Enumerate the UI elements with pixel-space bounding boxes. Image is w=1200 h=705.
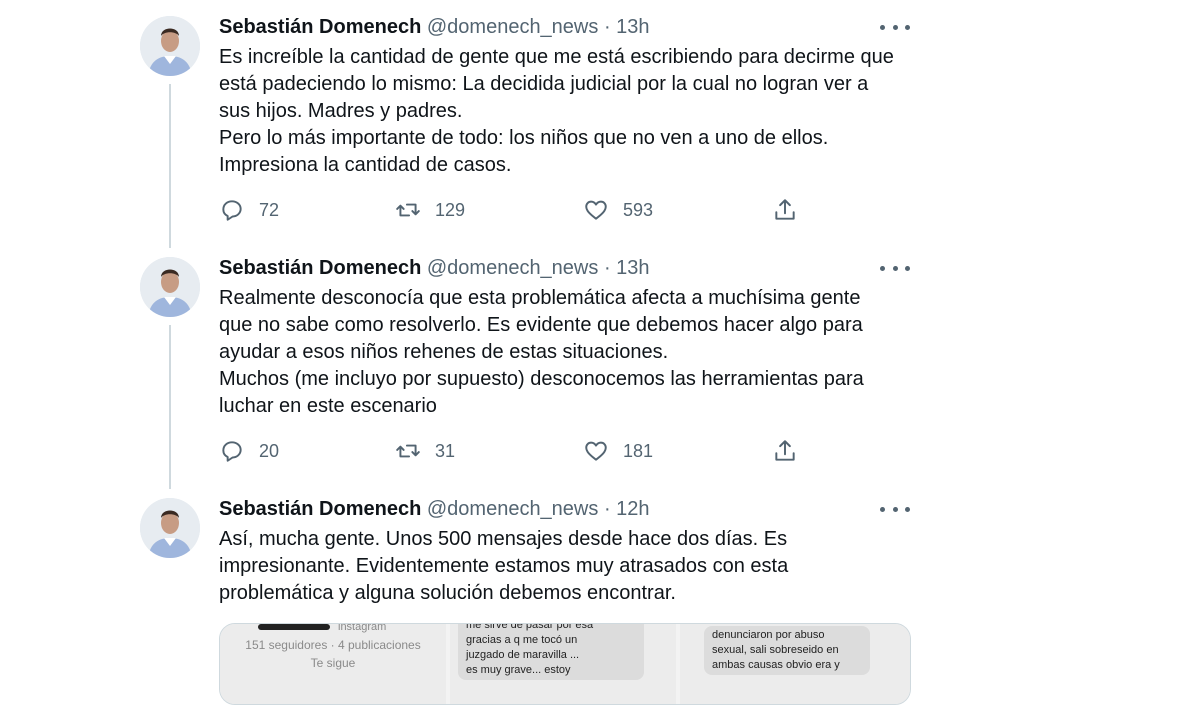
retweet-count: 31 <box>435 440 456 461</box>
author-handle[interactable]: @domenech_news <box>427 257 599 279</box>
tweet[interactable]: Sebastián Domenech @domenech_news · 13h … <box>0 0 1200 240</box>
author-name[interactable]: Sebastián Domenech <box>219 498 421 520</box>
author-name[interactable]: Sebastián Domenech <box>219 257 421 279</box>
tweet-paragraph: Muchos (me incluyo por supuesto) descono… <box>219 368 864 417</box>
share-button[interactable] <box>772 436 798 466</box>
tweet-actions: 20 31 181 <box>219 436 839 466</box>
media-text: es muy grave... estoy <box>466 664 571 676</box>
tweet-actions: 72 129 593 <box>219 195 839 225</box>
separator: · <box>603 498 611 520</box>
media-image[interactable]: me sirve de pasar por esa gracias a q me… <box>450 624 676 704</box>
retweet-button[interactable]: 31 <box>395 436 455 466</box>
share-icon <box>775 440 795 461</box>
reply-button[interactable]: 72 <box>219 195 279 225</box>
tweet-header: Sebastián Domenech @domenech_news · 12h <box>219 496 650 522</box>
separator: · <box>603 257 611 279</box>
redaction-bar <box>258 624 330 630</box>
retweet-button[interactable]: 129 <box>395 195 465 225</box>
reply-button[interactable]: 20 <box>219 436 279 466</box>
retweet-count: 129 <box>435 199 466 220</box>
media-text: 151 seguidores · 4 publicaciones <box>245 638 421 652</box>
avatar[interactable] <box>140 16 200 76</box>
timestamp[interactable]: 13h <box>616 16 649 38</box>
avatar[interactable] <box>140 257 200 317</box>
reply-count: 20 <box>259 440 280 461</box>
media-text: ambas causas obvio era y <box>712 659 840 671</box>
timestamp[interactable]: 13h <box>616 257 649 279</box>
tweet-paragraph: Pero lo más importante de todo: los niño… <box>219 127 829 176</box>
like-button[interactable]: 593 <box>583 195 653 225</box>
reply-icon <box>222 441 242 462</box>
more-icon[interactable] <box>880 496 910 522</box>
like-count: 593 <box>623 199 654 220</box>
tweet-paragraph: Realmente desconocía que esta problemáti… <box>219 287 863 363</box>
tweet-text: Realmente desconocía que esta problemáti… <box>219 285 899 420</box>
media-text: Te sigue <box>310 656 356 670</box>
media-text: sexual, sali sobreseido en <box>712 644 839 656</box>
like-count: 181 <box>623 440 654 461</box>
timestamp[interactable]: 12h <box>616 498 649 520</box>
tweet[interactable]: Sebastián Domenech @domenech_news · 13h … <box>0 241 1200 481</box>
retweet-icon <box>396 444 420 458</box>
share-icon <box>775 199 795 220</box>
tweet-media[interactable]: instagram 151 seguidores · 4 publicacion… <box>219 623 911 705</box>
heart-icon <box>585 441 607 461</box>
tweet-paragraph: Es increíble la cantidad de gente que me… <box>219 46 894 122</box>
tweet-paragraph: Así, mucha gente. Unos 500 mensajes desd… <box>219 528 789 604</box>
media-image[interactable]: denunciaron por abuso sexual, sali sobre… <box>680 624 910 704</box>
more-icon[interactable] <box>880 255 910 281</box>
tweet-header: Sebastián Domenech @domenech_news · 13h <box>219 255 650 281</box>
avatar[interactable] <box>140 498 200 558</box>
retweet-icon <box>396 203 420 217</box>
author-name[interactable]: Sebastián Domenech <box>219 16 421 38</box>
tweet-text: Así, mucha gente. Unos 500 mensajes desd… <box>219 526 899 607</box>
media-text: juzgado de maravilla ... <box>466 649 580 661</box>
more-icon[interactable] <box>880 14 910 40</box>
like-button[interactable]: 181 <box>583 436 653 466</box>
share-button[interactable] <box>772 195 798 225</box>
separator: · <box>603 16 611 38</box>
tweet-header: Sebastián Domenech @domenech_news · 13h <box>219 14 650 40</box>
media-text: instagram <box>338 624 387 633</box>
media-text: denunciaron por abuso <box>712 629 825 641</box>
media-image[interactable]: instagram 151 seguidores · 4 publicacion… <box>220 624 446 704</box>
author-handle[interactable]: @domenech_news <box>427 16 599 38</box>
media-text: gracias a q me tocó un <box>466 634 578 646</box>
heart-icon <box>585 200 607 220</box>
reply-count: 72 <box>259 199 280 220</box>
reply-icon <box>222 200 242 221</box>
author-handle[interactable]: @domenech_news <box>427 498 599 520</box>
tweet-text: Es increíble la cantidad de gente que me… <box>219 44 899 179</box>
media-text: me sirve de pasar por esa <box>466 624 594 631</box>
